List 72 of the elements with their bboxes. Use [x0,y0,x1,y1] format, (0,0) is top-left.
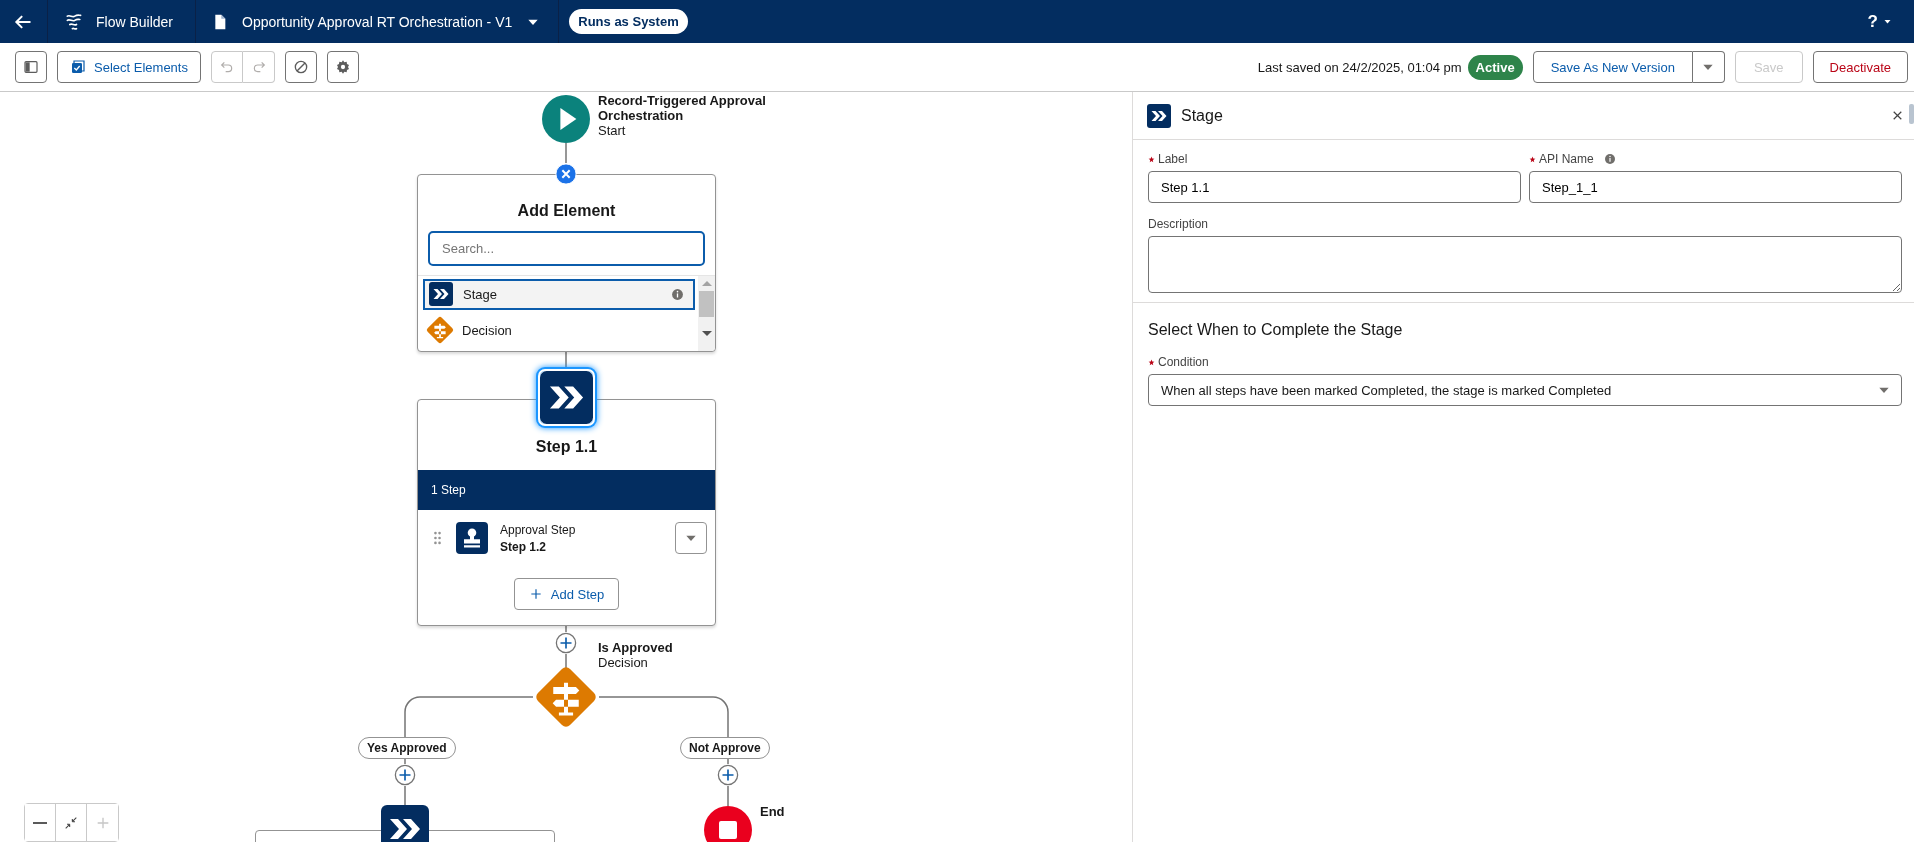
document-icon [212,12,228,31]
branch-label: Not Approve [680,737,770,759]
connector-line [727,758,729,765]
node-title: End [760,804,785,819]
branch-label: Yes Approved [358,737,456,759]
node-title: Is Approved [598,640,673,655]
connector-line [404,758,406,765]
last-saved-text: Last saved on 24/2/2025, 01:04 pm [1257,59,1462,75]
field-label: Condition [1158,355,1209,369]
chevron-icon [429,282,453,307]
plus-icon [528,587,543,601]
start-node-icon[interactable] [542,95,590,143]
flow-name: Opportunity Approval RT Orchestration - V1 [242,13,513,30]
step-name: Step 1.2 [500,539,548,554]
node-type: Start [598,123,627,138]
element-option[interactable]: Decision [423,314,695,346]
scrollbar[interactable] [1909,104,1914,124]
condition-dropdown[interactable]: When all steps have been marked Completed, the stage is marked Completed [1148,374,1902,406]
stage-title: Step 1.1 [534,438,599,457]
flow-icon [64,11,84,32]
debug-button[interactable] [285,51,317,83]
field-label: Description [1148,217,1209,231]
help-button[interactable]: ? [1867,11,1892,32]
search-field[interactable]: Search... [428,231,705,266]
close-icon[interactable] [555,163,577,185]
step-type: Approval Step [500,522,576,537]
description-field[interactable] [1148,236,1902,293]
step-count-bar: 1 Step [418,470,715,510]
input-field[interactable]: Step 1.1 [1148,171,1521,203]
node-title: Record-Triggered Approval Orchestration [598,93,767,123]
add-element-icon[interactable] [394,764,416,786]
element-option[interactable]: Stage [423,278,695,310]
field-label: API Name [1539,152,1594,166]
add-step-button[interactable]: Add Step [514,578,619,610]
section-title: Select When to Complete the Stage [1148,321,1404,339]
panel-title: Add Element [517,202,616,220]
input-field[interactable]: Step_1_1 [1529,171,1902,203]
checkbox-icon [70,59,87,75]
settings-button[interactable] [327,51,359,83]
minus-icon [33,821,47,824]
info-icon [671,287,684,301]
panel-toggle-button[interactable] [15,51,47,83]
connector-line [727,785,729,807]
deactivate-button[interactable]: Deactivate [1812,51,1908,83]
panel-icon [23,59,39,75]
end-node-icon[interactable] [704,806,752,842]
stage-node-icon[interactable] [381,805,429,842]
dropdown-button[interactable] [1692,51,1725,83]
chevron-icon [1147,103,1171,128]
connector-line [404,785,406,806]
run-mode-badge: Runs as System [569,9,688,34]
app-title: Flow Builder [96,13,174,30]
stamp-icon [456,522,488,554]
settings-icon [335,59,351,75]
node-type: Decision [598,655,649,670]
connector-line [565,142,567,164]
add-element-icon[interactable] [717,764,739,786]
field-label: Label [1158,152,1188,166]
zoom-out-button[interactable] [25,804,56,841]
block-icon [293,59,309,75]
connector-line [565,625,567,633]
status-badge: Active [1467,54,1523,80]
select-elements-button[interactable]: Select Elements [57,51,201,83]
undo-icon [219,59,235,75]
step-menu-button[interactable] [675,522,707,554]
scrollbar[interactable] [698,275,715,351]
close-icon[interactable] [1891,109,1904,122]
save-button[interactable]: Save As New Version [1532,51,1693,83]
add-element-icon[interactable] [555,632,577,654]
panel-title: Stage [1181,106,1223,125]
drag-handle-icon[interactable] [433,530,442,546]
caret-icon[interactable] [1883,17,1892,26]
